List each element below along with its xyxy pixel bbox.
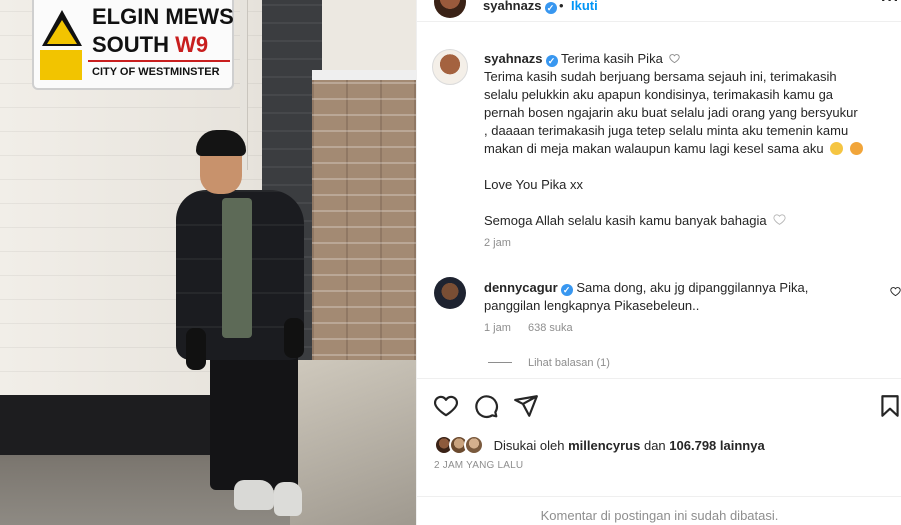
commenter-avatar[interactable]: [434, 277, 466, 309]
action-bar: [417, 378, 901, 428]
post-header: syahnazs ✓ • Ikuti ···: [417, 0, 901, 22]
caption-avatar[interactable]: [432, 49, 468, 85]
follow-button[interactable]: Ikuti: [571, 0, 598, 13]
likes-summary[interactable]: Disukai oleh millencyrus dan 106.798 lai…: [434, 435, 765, 455]
post-panel: syahnazs ✓ • Ikuti ··· syahnazs ✓ Terima k…: [416, 0, 901, 525]
caption-line: Terima kasih Pika: [560, 51, 663, 66]
white-heart-emoji-icon: [773, 214, 786, 225]
caption-line: makan di meja makan walaupun kamu lagi k…: [484, 141, 824, 156]
caption-prayer-line: Semoga Allah selalu kasih kamu banyak ba…: [484, 213, 767, 228]
street-sign: ELGIN MEWS SOUTH W9 CITY OF WESTMINSTER: [32, 0, 234, 90]
comment-text-line: panggilan lengkapnya Pikasebeleun..: [484, 298, 700, 313]
post-photo[interactable]: ELGIN MEWS SOUTH W9 CITY OF WESTMINSTER: [0, 0, 416, 525]
author-avatar[interactable]: [434, 0, 466, 18]
caption-line: , daaaan terimakasih juga tetep selalu m…: [484, 123, 849, 138]
small-heart-icon: [669, 54, 681, 64]
street-sign-line2: SOUTH W9: [92, 32, 208, 58]
street-sign-rule: [88, 60, 230, 62]
view-replies-label: Lihat balasan (1): [528, 357, 610, 369]
photo-wall-upper: [312, 0, 416, 74]
photo-lintel: [312, 70, 416, 80]
author-username-row: syahnazs ✓: [483, 0, 557, 14]
bookmark-icon[interactable]: [877, 393, 901, 419]
caption-line: pernah bosen ngajarin aku buat selalu ja…: [484, 105, 858, 120]
comment-likes[interactable]: 638 suka: [528, 322, 573, 334]
post-timestamp: 2 JAM YANG LALU: [434, 460, 524, 471]
comment: dennycagur ✓ Sama dong, aku jg dipanggila…: [484, 279, 889, 315]
commenter-username[interactable]: dennycagur: [484, 280, 558, 295]
photo-person: [170, 128, 320, 523]
caption-love-line: Love You Pika xx: [484, 177, 584, 192]
street-sign-line3: CITY OF WESTMINSTER: [92, 66, 220, 78]
author-username[interactable]: syahnazs: [483, 0, 542, 13]
comment-icon[interactable]: [473, 393, 499, 419]
caption-line: Terima kasih sudah berjuang bersama seja…: [484, 69, 837, 84]
likes-user[interactable]: millencyrus: [568, 438, 640, 453]
caption-time: 2 jam: [484, 237, 511, 249]
share-icon[interactable]: [513, 393, 539, 419]
verified-icon: ✓: [560, 284, 573, 296]
likes-count[interactable]: 106.798 lainnya: [669, 438, 764, 453]
verified-icon: ✓: [544, 2, 557, 14]
likes-joiner: dan: [643, 438, 666, 453]
more-options-icon[interactable]: ···: [881, 0, 900, 10]
caption-username[interactable]: syahnazs: [484, 51, 543, 66]
comments-restricted-notice: Komentar di postingan ini sudah dibatasi…: [417, 496, 901, 525]
view-replies-button[interactable]: Lihat balasan (1): [488, 357, 610, 369]
comment-like-icon[interactable]: [890, 286, 901, 297]
likes-prefix: Disukai oleh: [493, 438, 565, 453]
pleading-face-emoji-icon: [830, 142, 844, 155]
street-sign-line1: ELGIN MEWS: [92, 4, 234, 29]
verified-icon: ✓: [545, 55, 558, 67]
comments-area[interactable]: syahnazs ✓ Terima kasih Pika Terima kasih…: [417, 22, 901, 378]
replies-divider: [488, 362, 512, 363]
comment-time: 1 jam: [484, 322, 511, 334]
liker-avatars: [434, 435, 486, 455]
comment-meta: 1 jam 638 suka: [484, 322, 587, 334]
caption-line: selalu pelukkin aku apapun kondisinya, t…: [484, 87, 834, 102]
post-caption: syahnazs ✓ Terima kasih Pika Terima kasih…: [484, 50, 889, 230]
street-sign-postcode: W9: [175, 32, 209, 57]
header-separator: •: [559, 0, 564, 13]
street-sign-area: SOUTH: [92, 32, 169, 57]
heart-icon[interactable]: [433, 393, 459, 419]
liker-avatar: [464, 435, 484, 455]
comment-text-line: Sama dong, aku jg dipanggilannya Pika,: [576, 280, 809, 295]
cctv-warning-icon: [40, 6, 84, 84]
hugging-face-emoji-icon: [849, 142, 863, 155]
